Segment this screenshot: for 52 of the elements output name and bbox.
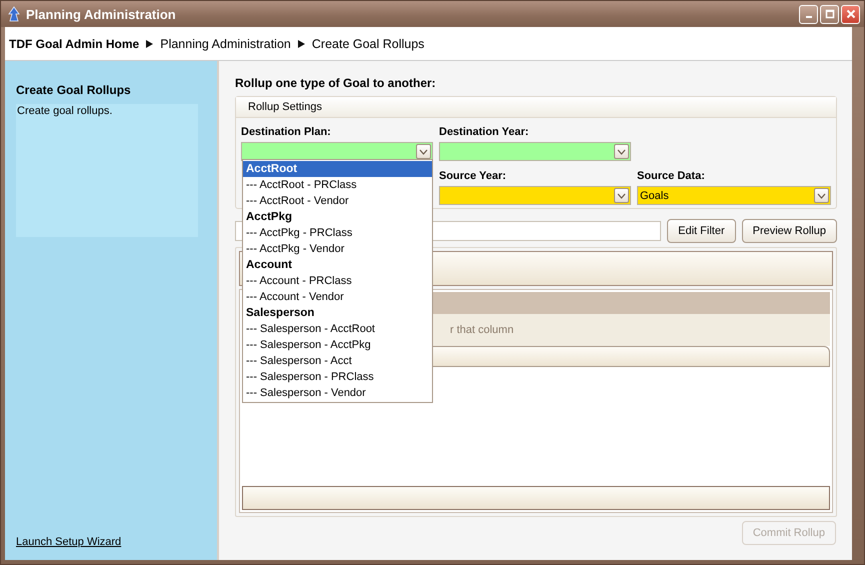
close-button[interactable] xyxy=(841,4,860,24)
panel-header: Rollup Settings xyxy=(236,97,836,118)
chevron-down-icon xyxy=(817,192,826,198)
dropdown-option[interactable]: --- Salesperson - Acct xyxy=(243,353,432,369)
page-heading: Rollup one type of Goal to another: xyxy=(235,76,437,90)
field-label: Destination Year: xyxy=(439,125,530,140)
breadcrumb-item[interactable]: Planning Administration xyxy=(160,36,291,50)
dropdown-arrow-button[interactable] xyxy=(814,188,829,203)
hint-text: r that column xyxy=(450,324,514,336)
dropdown-option[interactable]: --- Account - Vendor xyxy=(243,289,432,305)
dropdown-option[interactable]: --- AcctPkg - PRClass xyxy=(243,225,432,241)
window-title: Planning Administration xyxy=(26,6,177,22)
dropdown-option[interactable]: AcctRoot xyxy=(243,161,432,177)
chevron-down-icon xyxy=(617,192,626,198)
dropdown-option[interactable]: --- Salesperson - AcctPkg xyxy=(243,337,432,353)
app-icon xyxy=(7,6,21,22)
dropdown-option[interactable]: Salesperson xyxy=(243,305,432,321)
breadcrumb-item[interactable]: Create Goal Rollups xyxy=(312,36,424,50)
field-label: Source Year: xyxy=(439,169,508,184)
field-label: Source Data: xyxy=(637,169,706,184)
field-label: Destination Plan: xyxy=(241,125,332,140)
chevron-down-icon xyxy=(419,148,428,154)
dropdown-field[interactable] xyxy=(241,142,433,161)
dropdown-option[interactable]: AcctPkg xyxy=(243,209,432,225)
dropdown-option[interactable]: --- Account - PRClass xyxy=(243,273,432,289)
dropdown-option[interactable]: --- AcctRoot - Vendor xyxy=(243,193,432,209)
minimize-button[interactable] xyxy=(799,4,818,24)
preview-rollup-button[interactable]: Preview Rollup xyxy=(742,219,837,243)
dropdown-option[interactable]: --- Salesperson - Vendor xyxy=(243,385,432,401)
arrow-icon xyxy=(296,38,306,48)
dropdown-arrow-button[interactable] xyxy=(416,144,431,159)
dropdown-option[interactable]: --- AcctPkg - Vendor xyxy=(243,241,432,257)
maximize-icon xyxy=(824,9,834,19)
dropdown-field[interactable] xyxy=(439,186,631,205)
close-icon xyxy=(846,9,856,19)
edit-filter-button[interactable]: Edit Filter xyxy=(667,219,736,243)
dropdown-option[interactable]: --- AcctRoot - PRClass xyxy=(243,177,432,193)
dropdown-field[interactable]: Goals xyxy=(637,186,831,205)
description-text: Create goal rollups. xyxy=(17,105,112,117)
breadcrumb-link[interactable]: TDF Goal Admin Home xyxy=(9,36,140,50)
dropdown-option[interactable]: Account xyxy=(243,257,432,273)
dropdown-option[interactable]: --- Salesperson - PRClass xyxy=(243,369,432,385)
arrow-icon xyxy=(145,38,154,48)
dropdown-option[interactable]: --- Salesperson - AcctRoot xyxy=(243,321,432,337)
minimize-icon xyxy=(806,16,812,18)
setup-wizard-link[interactable]: Launch Setup Wizard xyxy=(16,536,122,548)
sidebar-title: Create Goal Rollups xyxy=(16,83,132,97)
dropdown-arrow-button[interactable] xyxy=(614,188,629,203)
chevron-down-icon xyxy=(617,148,626,154)
maximize-button[interactable] xyxy=(820,4,839,24)
dropdown-field[interactable] xyxy=(439,142,631,161)
dropdown-arrow-button[interactable] xyxy=(614,144,629,159)
